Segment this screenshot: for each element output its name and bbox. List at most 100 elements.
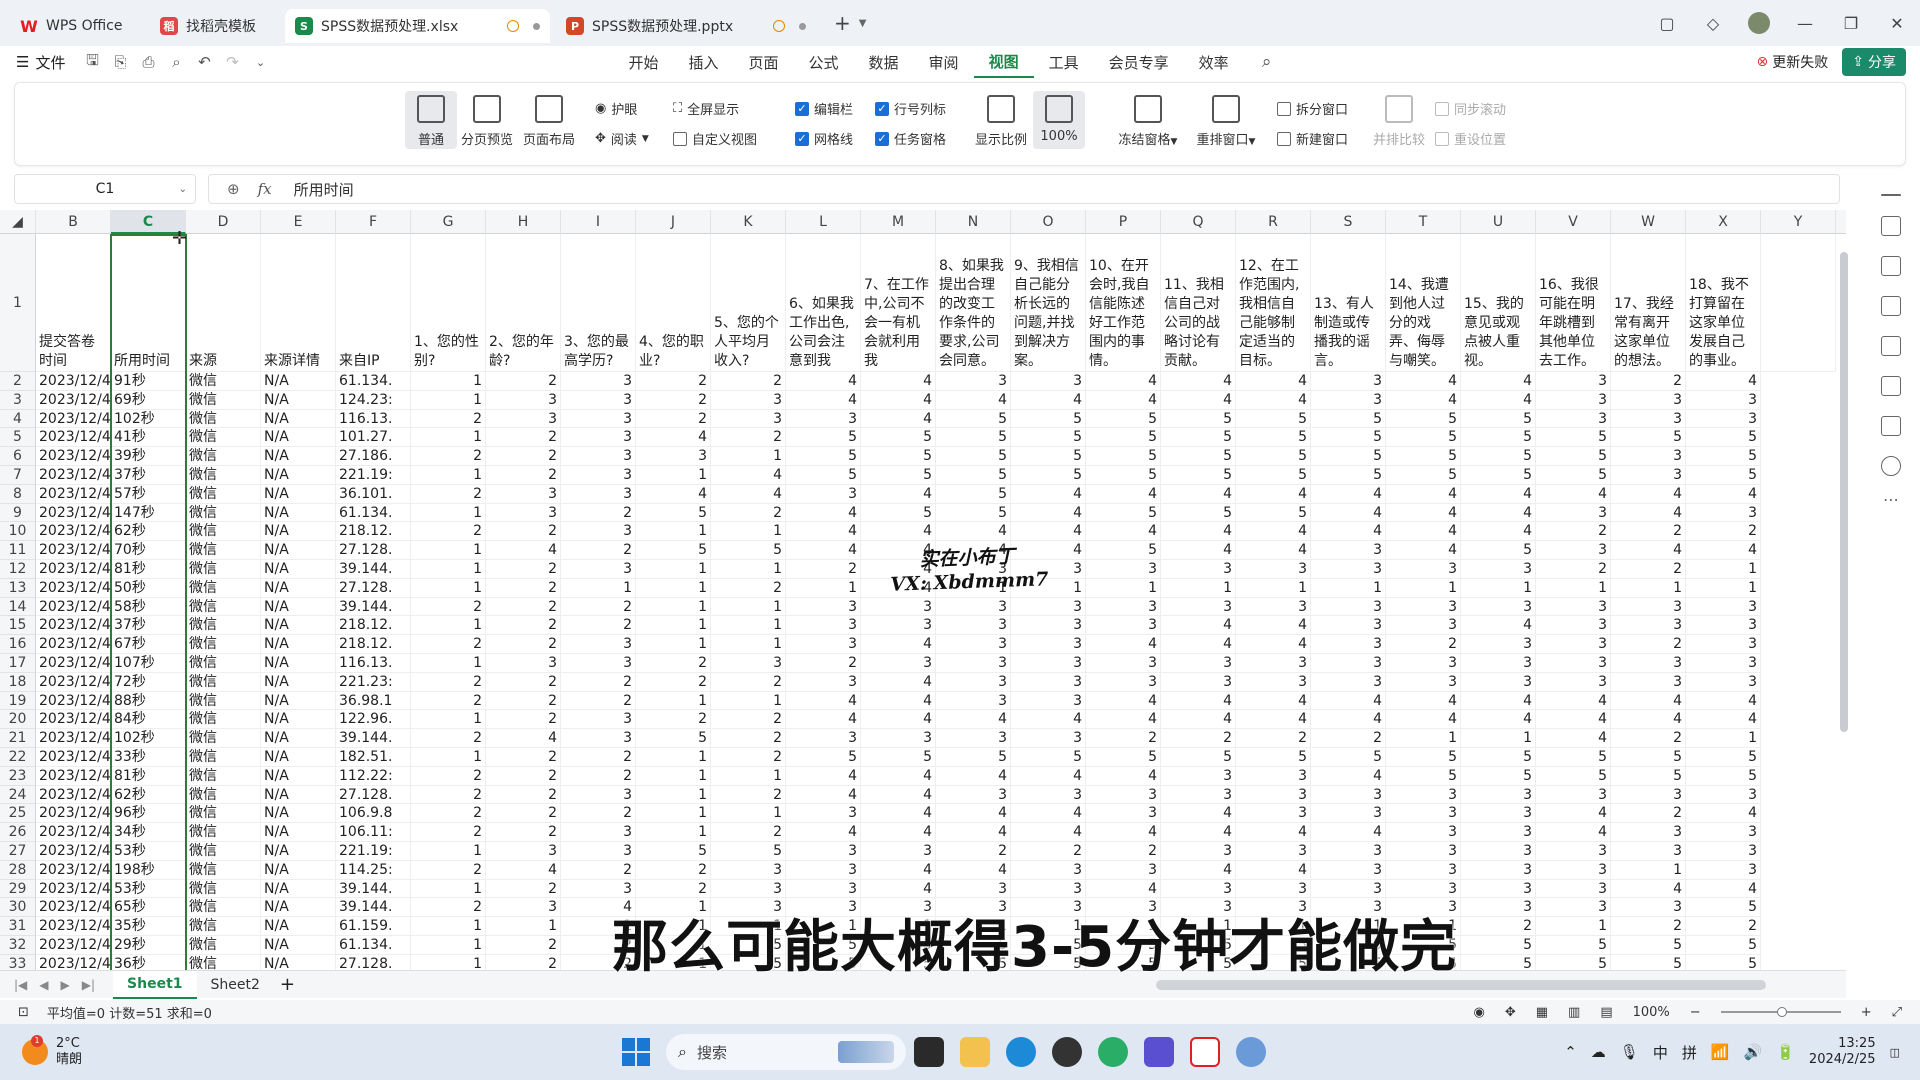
- table-cell[interactable]: 1: [1611, 578, 1686, 598]
- row-header[interactable]: 28: [0, 860, 36, 880]
- table-cell[interactable]: 3: [1611, 616, 1686, 636]
- table-cell[interactable]: 3: [1686, 785, 1761, 805]
- notification-icon[interactable]: ◫: [1890, 1046, 1900, 1059]
- restore-icon[interactable]: ❐: [1828, 3, 1874, 43]
- table-cell[interactable]: 微信: [186, 842, 261, 861]
- table-cell[interactable]: 2: [411, 898, 486, 918]
- table-cell[interactable]: 2: [486, 372, 561, 391]
- table-cell[interactable]: 1: [636, 597, 711, 617]
- table-cell[interactable]: 4: [1086, 522, 1161, 542]
- table-cell[interactable]: 3: [1161, 842, 1236, 861]
- table-cell[interactable]: 4: [861, 522, 936, 542]
- row-header[interactable]: 1: [0, 234, 36, 372]
- table-cell[interactable]: 2023/12/4: [36, 804, 111, 824]
- table-cell[interactable]: 27.128.: [336, 785, 411, 805]
- table-cell[interactable]: 61.134.: [336, 503, 411, 523]
- table-cell[interactable]: 39秒: [111, 447, 186, 466]
- table-cell[interactable]: 4: [1011, 766, 1086, 786]
- table-cell[interactable]: 3: [936, 729, 1011, 748]
- arrange-windows-button[interactable]: 重排窗口▼: [1191, 91, 1261, 148]
- table-cell[interactable]: 微信: [186, 635, 261, 654]
- table-cell[interactable]: 1: [411, 616, 486, 636]
- table-cell[interactable]: 2: [786, 654, 861, 673]
- table-cell[interactable]: 5: [1236, 503, 1311, 523]
- header-cell[interactable]: 4、您的职业?: [636, 234, 711, 372]
- table-cell[interactable]: 5: [1536, 466, 1611, 485]
- table-cell[interactable]: 5: [1236, 428, 1311, 448]
- row-header[interactable]: 7: [0, 466, 36, 485]
- table-cell[interactable]: 2023/12/4: [36, 898, 111, 918]
- table-cell[interactable]: 3: [1611, 898, 1686, 918]
- table-cell[interactable]: 5: [1011, 409, 1086, 429]
- table-cell[interactable]: 4: [486, 729, 561, 748]
- table-cell[interactable]: 2: [711, 428, 786, 448]
- table-cell[interactable]: 3: [1011, 879, 1086, 899]
- table-cell[interactable]: 27.186.: [336, 447, 411, 466]
- table-cell[interactable]: 106.11:: [336, 823, 411, 842]
- table-cell[interactable]: 4: [786, 390, 861, 410]
- split-window-button[interactable]: 拆分窗口: [1277, 99, 1348, 118]
- table-cell[interactable]: 1: [711, 635, 786, 654]
- table-cell[interactable]: 微信: [186, 654, 261, 673]
- table-cell[interactable]: 2: [1236, 729, 1311, 748]
- table-cell[interactable]: 2: [1311, 729, 1386, 748]
- header-cell[interactable]: 9、我相信自己能分析长远的问题,并找到解决方案。: [1011, 234, 1086, 372]
- table-cell[interactable]: 5: [1536, 766, 1611, 786]
- table-cell[interactable]: 5: [1686, 428, 1761, 448]
- table-cell[interactable]: 4: [711, 484, 786, 504]
- table-cell[interactable]: 3: [1686, 860, 1761, 880]
- table-cell[interactable]: 53秒: [111, 842, 186, 861]
- table-cell[interactable]: 1: [636, 748, 711, 767]
- header-cell[interactable]: 10、在开会时,我自信能陈述好工作范围内的事情。: [1086, 234, 1161, 372]
- row-header[interactable]: 33: [0, 954, 36, 970]
- table-cell[interactable]: 5: [1461, 447, 1536, 466]
- export-panel-icon[interactable]: [1881, 296, 1901, 316]
- table-cell[interactable]: 3: [1461, 804, 1536, 824]
- redo-icon[interactable]: ↷: [219, 49, 245, 75]
- table-cell[interactable]: 2023/12/4: [36, 823, 111, 842]
- table-cell[interactable]: 5: [1086, 503, 1161, 523]
- row-header[interactable]: 26: [0, 823, 36, 842]
- table-cell[interactable]: 2: [936, 842, 1011, 861]
- row-header[interactable]: 6: [0, 447, 36, 466]
- table-cell[interactable]: 1: [486, 917, 561, 936]
- table-cell[interactable]: 4: [786, 522, 861, 542]
- zoom-100-button[interactable]: 100%: [1033, 91, 1085, 149]
- table-cell[interactable]: 2: [411, 597, 486, 617]
- table-cell[interactable]: N/A: [261, 560, 336, 579]
- table-cell[interactable]: 3: [1461, 842, 1536, 861]
- table-cell[interactable]: 4: [786, 691, 861, 711]
- table-cell[interactable]: 2023/12/4: [36, 936, 111, 955]
- table-cell[interactable]: 29秒: [111, 936, 186, 955]
- page-layout-icon[interactable]: ▥: [1568, 1005, 1580, 1020]
- row-header[interactable]: 20: [0, 710, 36, 730]
- table-cell[interactable]: 4: [1461, 522, 1536, 542]
- table-cell[interactable]: 36秒: [111, 954, 186, 970]
- table-cell[interactable]: 3: [1536, 654, 1611, 673]
- table-cell[interactable]: 2: [711, 672, 786, 692]
- minimize-icon[interactable]: —: [1782, 3, 1828, 43]
- table-cell[interactable]: 2023/12/4: [36, 954, 111, 970]
- gridlines-checkbox[interactable]: ✓ 网格线: [795, 129, 853, 148]
- row-header[interactable]: 2: [0, 372, 36, 391]
- table-cell[interactable]: 1: [411, 503, 486, 523]
- table-cell[interactable]: 4: [1236, 484, 1311, 504]
- table-cell[interactable]: 4: [936, 522, 1011, 542]
- table-cell[interactable]: 4: [1461, 616, 1536, 636]
- table-cell[interactable]: 3: [1461, 860, 1536, 880]
- table-cell[interactable]: 4: [1461, 390, 1536, 410]
- table-cell[interactable]: 5: [1386, 428, 1461, 448]
- table-cell[interactable]: 4: [1161, 635, 1236, 654]
- row-header[interactable]: 9: [0, 503, 36, 523]
- table-cell[interactable]: 4: [1236, 616, 1311, 636]
- header-cell[interactable]: 所用时间: [111, 234, 186, 372]
- table-cell[interactable]: 4: [786, 541, 861, 560]
- cube-icon[interactable]: ◇: [1690, 3, 1736, 43]
- table-cell[interactable]: 5: [786, 428, 861, 448]
- table-cell[interactable]: 3: [1236, 804, 1311, 824]
- battery-icon[interactable]: 🔋: [1776, 1043, 1795, 1061]
- table-cell[interactable]: 2: [1536, 522, 1611, 542]
- header-cell[interactable]: 来源详情: [261, 234, 336, 372]
- table-cell[interactable]: 3: [1236, 672, 1311, 692]
- table-cell[interactable]: 4: [1461, 710, 1536, 730]
